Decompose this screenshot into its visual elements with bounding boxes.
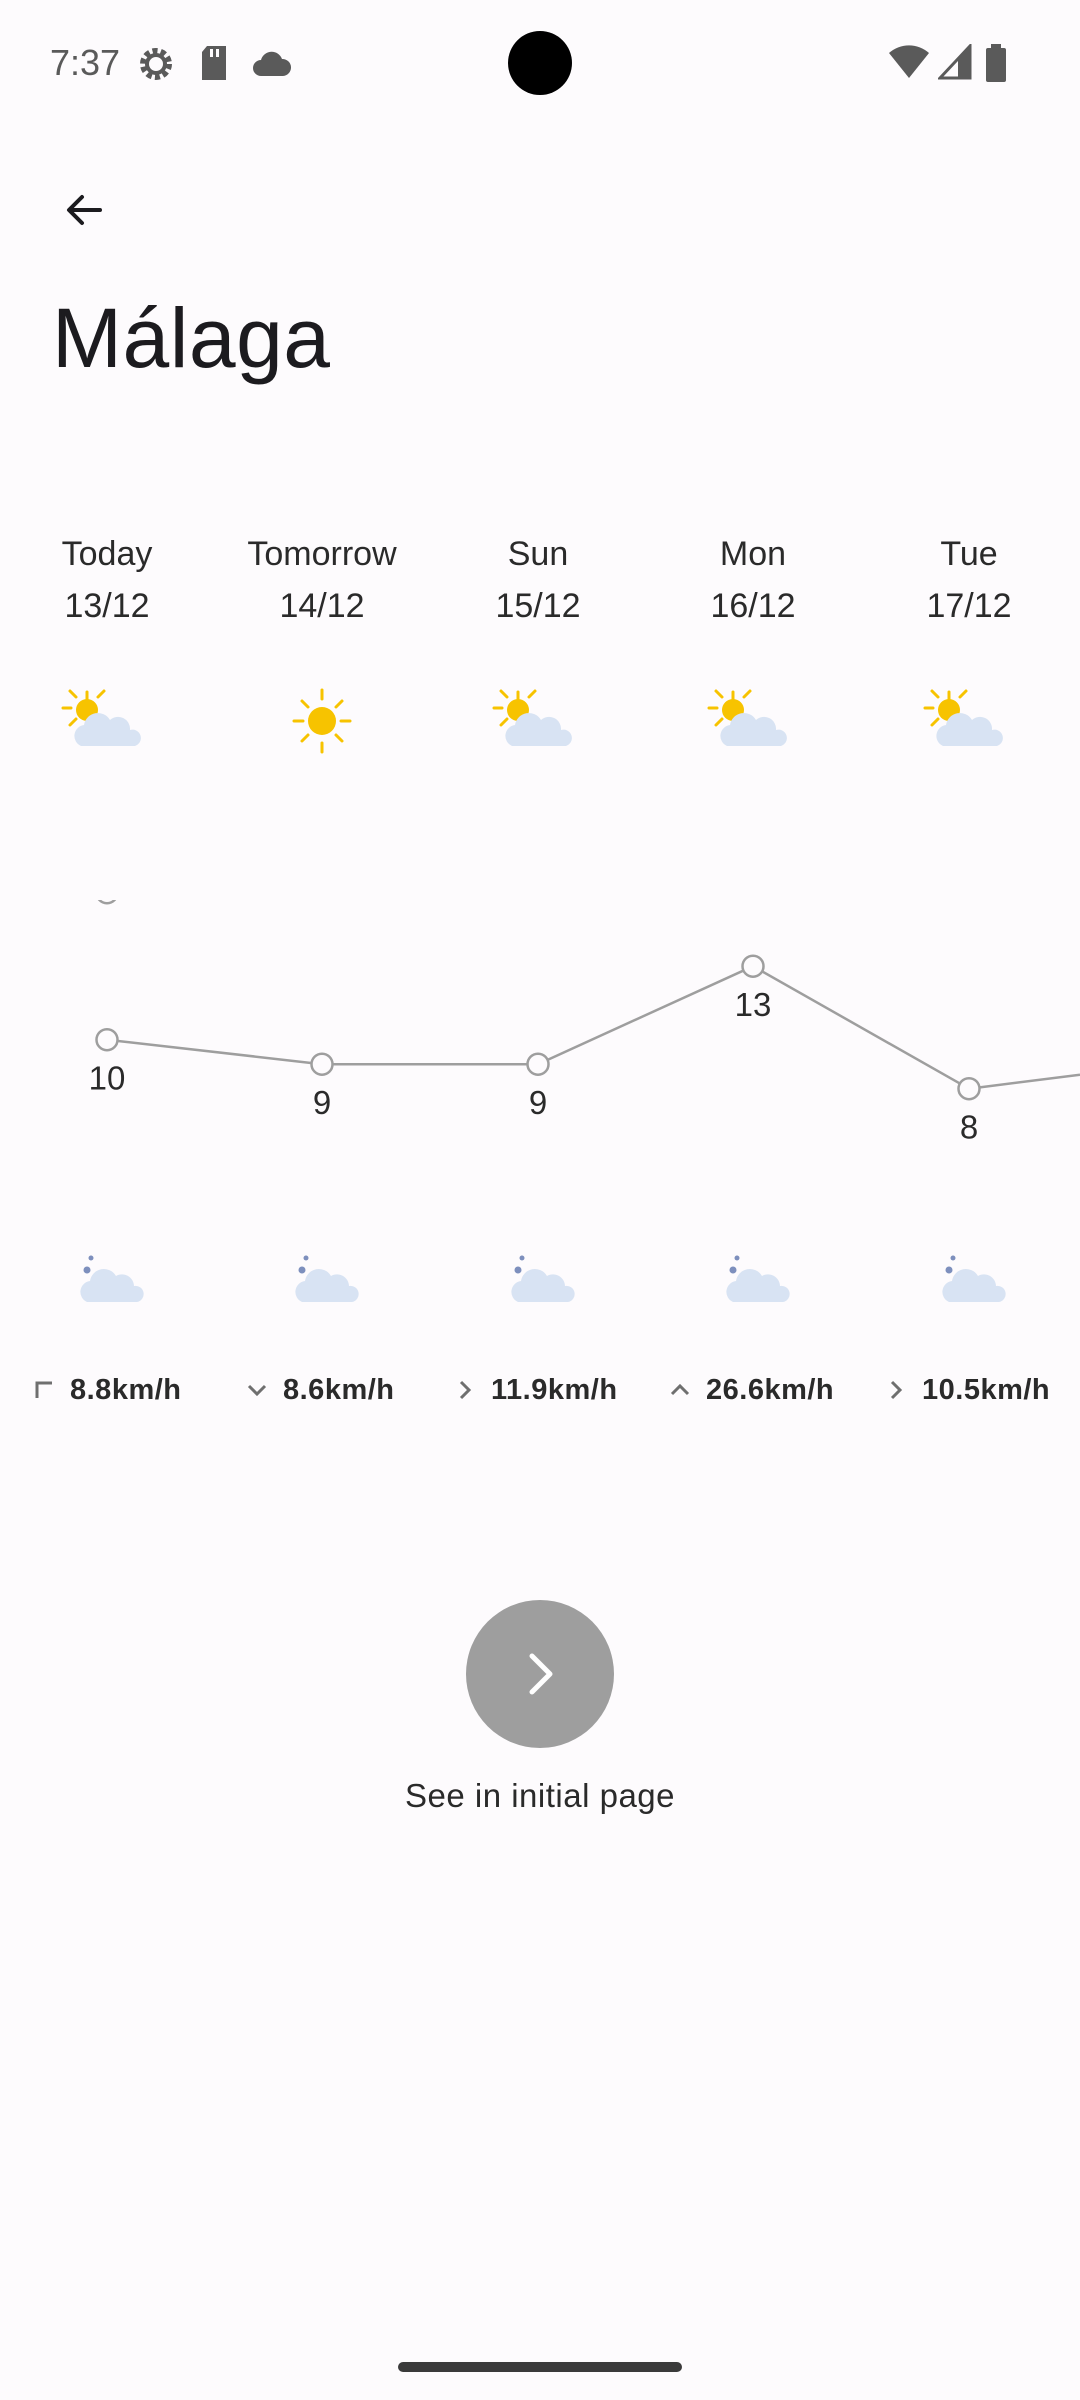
min-temp-point (526, 1052, 550, 1076)
partly-cloudy-night-icon (295, 1242, 359, 1302)
partly-sunny-icon (923, 689, 1003, 746)
day-column-header: Today 13/12 (7, 528, 207, 632)
partly-cloudy-night-icon (726, 1242, 790, 1302)
wind-speed: 8.8km/h (70, 1373, 182, 1406)
city-title: Málaga (52, 291, 331, 385)
day-column-header: Tomorrow 14/12 (222, 528, 422, 632)
day-date: 14/12 (279, 587, 365, 625)
settings-icon (140, 48, 172, 80)
day-column-header: Tue 17/12 (869, 528, 1069, 632)
gesture-home-bar[interactable] (398, 2362, 682, 2372)
see-initial-page-button[interactable] (466, 1600, 614, 1748)
day-name: Mon (719, 535, 787, 573)
day-date: 17/12 (926, 587, 1012, 625)
wifi-icon (889, 45, 929, 78)
wind-speed: 8.6km/h (283, 1373, 395, 1406)
day-date: 16/12 (710, 587, 796, 625)
max-temp-point (97, 900, 117, 905)
min-temp-label: 10 (89, 1060, 126, 1097)
min-temp-line-continuation (968, 1073, 1080, 1090)
min-temp-label: 8 (960, 1109, 978, 1146)
day-name: Tue (940, 535, 998, 573)
day-name: Tomorrow (247, 535, 397, 573)
wind-direction-icon (670, 1383, 690, 1396)
wind-item: 26.6km/h (668, 1365, 834, 1415)
wind-item: 11.9km/h (453, 1365, 618, 1415)
day-date: 15/12 (495, 587, 581, 625)
wind-speed: 26.6km/h (706, 1373, 835, 1406)
wind-item: 8.8km/h (32, 1365, 182, 1415)
signal-icon (938, 44, 972, 80)
min-temp-label: 9 (529, 1084, 547, 1121)
wind-direction-icon (35, 1381, 52, 1398)
arrow-back-icon (67, 195, 102, 225)
temperature-chart: 16171717171099138 (89, 900, 1080, 1146)
battery-icon (986, 44, 1006, 82)
status-bar: 7:37 (0, 0, 1080, 128)
min-temp-label: 13 (735, 986, 772, 1023)
wind-direction-icon (247, 1384, 267, 1397)
wind-direction-icon (459, 1380, 472, 1400)
day-column-header: Sun 15/12 (438, 528, 638, 632)
partly-cloudy-night-icon (942, 1242, 1006, 1302)
day-name: Sun (507, 535, 569, 573)
camera-cutout (508, 31, 572, 95)
partly-cloudy-night-icon (80, 1242, 144, 1302)
sd-card-icon (202, 46, 226, 80)
wind-speed: 10.5km/h (922, 1373, 1051, 1406)
wind-item: 8.6km/h (245, 1365, 395, 1415)
min-temp-point (310, 1052, 334, 1076)
wind-direction-icon (890, 1380, 903, 1400)
partly-sunny-icon (492, 689, 572, 746)
min-temp-label: 9 (313, 1084, 331, 1121)
min-temp-point (95, 1027, 119, 1052)
status-time: 7:37 (50, 42, 121, 83)
partly-sunny-icon (707, 689, 787, 746)
partly-sunny-icon (61, 689, 141, 746)
wind-item: 10.5km/h (884, 1365, 1050, 1415)
min-temp-point (957, 1076, 981, 1101)
partly-cloudy-night-icon (511, 1242, 575, 1302)
min-temp-point (741, 954, 765, 978)
see-initial-page-label[interactable]: See in initial page (0, 1777, 1080, 1815)
wind-speed: 11.9km/h (491, 1373, 618, 1406)
day-name: Today (61, 535, 153, 573)
back-button[interactable] (44, 170, 124, 250)
day-column-header: Mon 16/12 (653, 528, 853, 632)
day-date: 13/12 (64, 587, 150, 625)
sunny-icon (292, 688, 352, 754)
cloud-icon (253, 51, 292, 76)
chevron-right-icon (529, 1653, 553, 1695)
